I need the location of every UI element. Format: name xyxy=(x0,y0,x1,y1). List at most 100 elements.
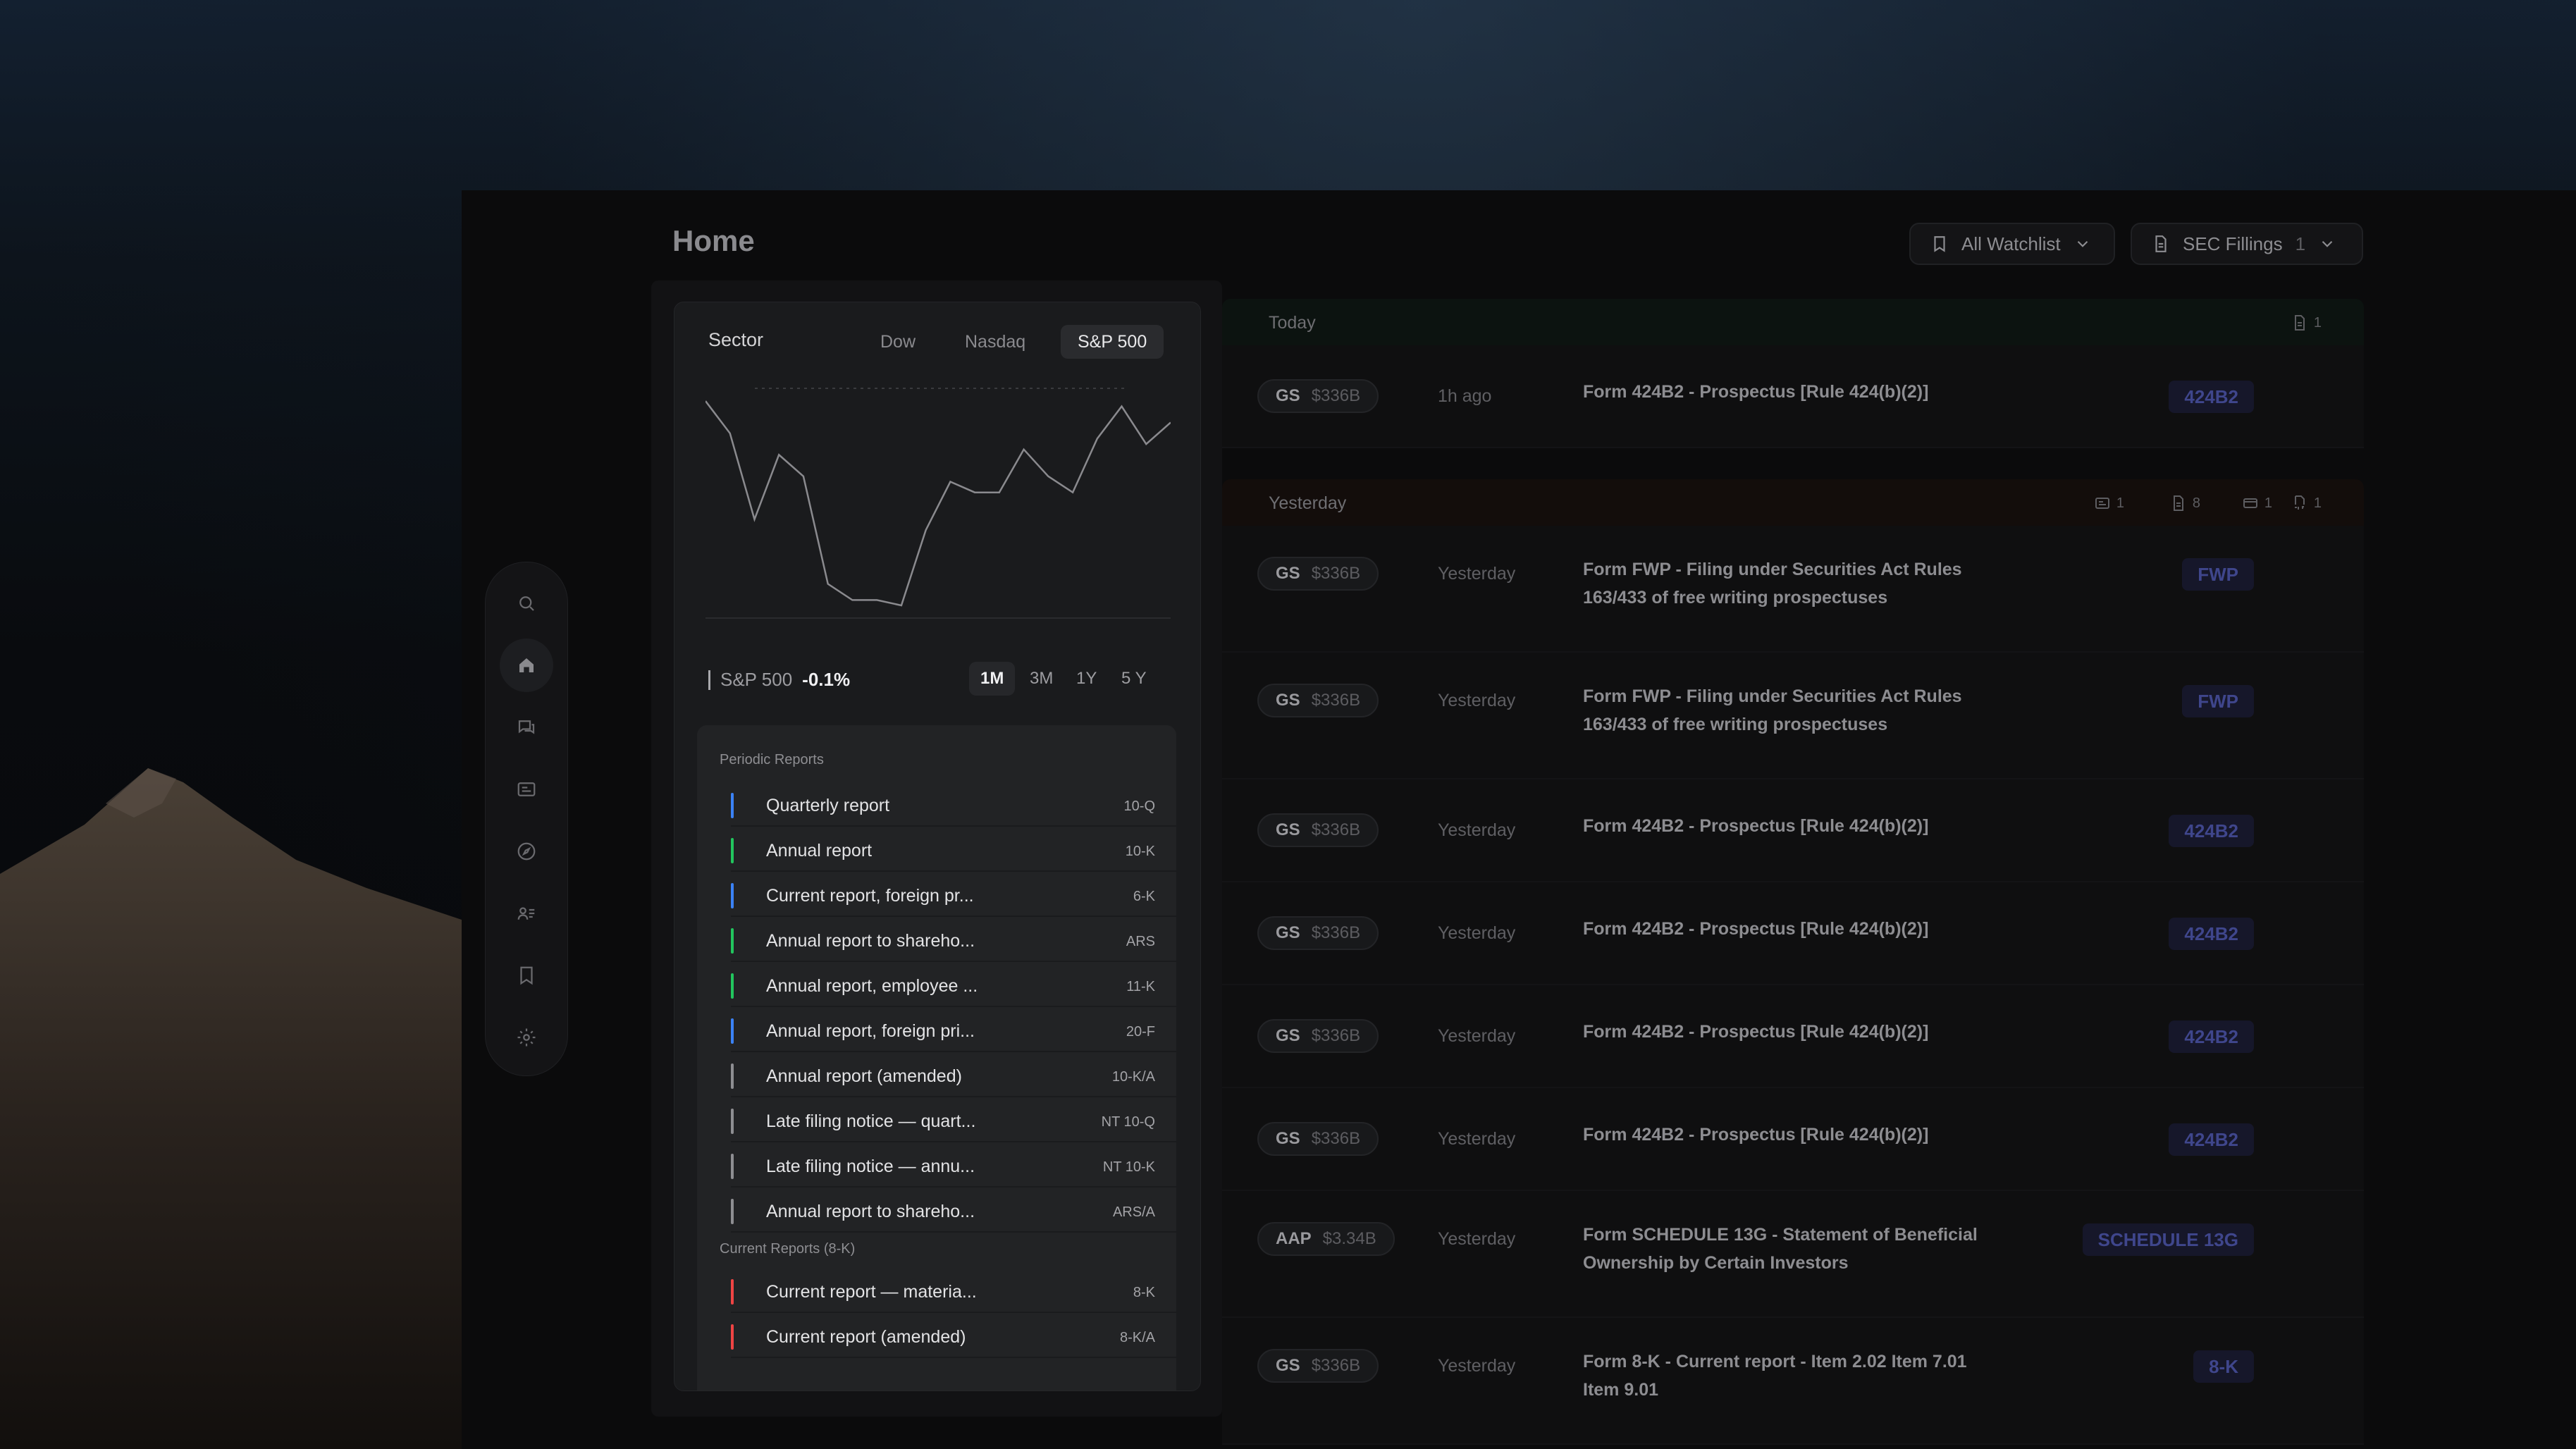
ticker-chip[interactable]: GS $336B xyxy=(1257,813,1379,847)
form-type-badge[interactable]: 424B2 xyxy=(2169,918,2254,950)
market-cap: $336B xyxy=(1311,564,1361,583)
report-type-name: Annual report (amended) xyxy=(766,1066,962,1086)
form-type-badge[interactable]: FWP xyxy=(2182,685,2254,717)
ticker-symbol: GS xyxy=(1276,1026,1300,1045)
tab-dow[interactable]: Dow xyxy=(863,325,932,359)
ticker-chip[interactable]: GS $336B xyxy=(1257,1349,1379,1383)
report-color-marker xyxy=(731,1324,734,1350)
filing-row[interactable]: AAP $3.34B Yesterday Form SCHEDULE 13G - St… xyxy=(1222,1191,2364,1318)
sidebar-button-chat[interactable] xyxy=(500,701,553,754)
form-type-badge[interactable]: 8-K xyxy=(2193,1350,2254,1383)
range-3m[interactable]: 3M xyxy=(1018,662,1064,696)
report-type-name: Current report, foreign pr... xyxy=(766,886,974,906)
sidebar-button-compass[interactable] xyxy=(500,825,553,878)
form-type-badge[interactable]: SCHEDULE 13G xyxy=(2082,1223,2254,1256)
report-type-name: Annual report to shareho... xyxy=(766,1202,975,1221)
report-type-row[interactable]: Late filing notice — annu... NT 10-K xyxy=(731,1144,1176,1188)
tab-sp500[interactable]: S&P 500 xyxy=(1061,325,1164,359)
contacts-icon xyxy=(517,907,535,920)
tab-nasdaq[interactable]: Nasdaq xyxy=(948,325,1042,359)
ticker-chip[interactable]: GS $336B xyxy=(1257,1122,1379,1156)
sidebar-button-home[interactable] xyxy=(500,639,553,692)
filing-time: Yesterday xyxy=(1438,1356,1516,1376)
report-type-row[interactable]: Annual report 10-K xyxy=(731,828,1176,872)
filing-time: 1h ago xyxy=(1438,386,1492,406)
market-cap: $336B xyxy=(1311,1129,1361,1148)
form-type-badge[interactable]: 424B2 xyxy=(2169,815,2254,847)
market-cap: $336B xyxy=(1311,691,1361,710)
report-form-code: NT 10-K xyxy=(1102,1159,1155,1175)
filing-description: Form FWP - Filing under Securities Act R… xyxy=(1583,686,1962,734)
form-type-badge[interactable]: 424B2 xyxy=(2169,381,2254,413)
sidebar-button-settings[interactable] xyxy=(500,1011,553,1064)
ticker-chip[interactable]: GS $336B xyxy=(1257,379,1379,413)
report-type-name: Annual report, employee ... xyxy=(766,976,978,996)
current-reports-heading: Current Reports (8-K) xyxy=(720,1241,856,1257)
report-type-row[interactable]: Current report, foreign pr... 6-K xyxy=(731,873,1176,917)
today-doc-count: 1 xyxy=(2291,314,2322,331)
report-type-row[interactable]: Annual report to shareho... ARS/A xyxy=(731,1189,1176,1233)
watchlist-label: All Watchlist xyxy=(1961,233,2061,254)
report-type-row[interactable]: Current report (amended) 8-K/A xyxy=(731,1314,1176,1358)
market-panel: Sector Dow Nasdaq S&P 500 S&P 500 -0.1% … xyxy=(674,302,1201,1391)
filing-row[interactable]: GS $336B 1h ago Form 424B2 - Prospectus [Ru… xyxy=(1222,345,2364,448)
chevron-down-icon xyxy=(2077,240,2088,247)
range-1y[interactable]: 1Y xyxy=(1065,662,1108,696)
form-type-badge[interactable]: 424B2 xyxy=(2169,1021,2254,1053)
yesterday-news-count: 1 xyxy=(2094,495,2124,512)
search-icon xyxy=(519,596,534,611)
watchlist-dropdown[interactable]: All Watchlist xyxy=(1909,223,2115,265)
ticker-chip[interactable]: AAP $3.34B xyxy=(1257,1222,1395,1256)
sidebar-button-contacts[interactable] xyxy=(500,887,553,940)
range-5y[interactable]: 5 Y xyxy=(1110,662,1158,696)
group-label-yesterday: Yesterday xyxy=(1269,493,1347,513)
report-type-row[interactable]: Quarterly report 10-Q xyxy=(731,783,1176,827)
yesterday-pdf-count-value: 1 xyxy=(2313,495,2322,511)
filings-feed: Today 1 Yesterday 1 8 1 1 GS $336B 1h ago F… xyxy=(1222,299,2364,1449)
report-color-marker xyxy=(731,1109,734,1134)
filing-description: Form 424B2 - Prospectus [Rule 424(b)(2)] xyxy=(1583,919,1929,939)
form-type-badge[interactable]: 424B2 xyxy=(2169,1123,2254,1156)
document-icon xyxy=(2294,315,2305,331)
filing-row[interactable]: GS $336B Yesterday Form 424B2 - Prospectus … xyxy=(1222,779,2364,882)
range-1m[interactable]: 1M xyxy=(969,662,1016,696)
report-type-row[interactable]: Annual report, employee ... 11-K xyxy=(731,963,1176,1007)
ticker-chip[interactable]: GS $336B xyxy=(1257,557,1379,591)
ticker-chip[interactable]: GS $336B xyxy=(1257,1019,1379,1053)
index-line-chart xyxy=(705,388,1171,619)
report-type-row[interactable]: Late filing notice — quart... NT 10-Q xyxy=(731,1099,1176,1142)
report-color-marker xyxy=(731,793,734,818)
filing-row[interactable]: GS $336B Yesterday Form 424B2 - Prospectus … xyxy=(1222,1088,2364,1191)
report-type-row[interactable]: Annual report (amended) 10-K/A xyxy=(731,1054,1176,1097)
filing-row[interactable]: GS $336B Yesterday Form FWP - Filing under … xyxy=(1222,526,2364,653)
form-type-badge[interactable]: FWP xyxy=(2182,558,2254,591)
sidebar-button-news[interactable] xyxy=(500,763,553,816)
page-title: Home xyxy=(672,224,755,257)
ticker-symbol: GS xyxy=(1276,691,1300,710)
report-color-marker xyxy=(731,928,734,954)
report-form-code: ARS/A xyxy=(1112,1204,1155,1220)
filing-row[interactable]: GS $336B Yesterday Form 424B2 - Prospectus … xyxy=(1222,882,2364,985)
ticker-symbol: GS xyxy=(1276,820,1300,839)
document-icon xyxy=(2155,235,2167,252)
report-type-row[interactable]: Annual report, foreign pri... 20-F xyxy=(731,1009,1176,1052)
report-color-marker xyxy=(731,838,734,863)
filing-row[interactable]: GS $336B Yesterday Form FWP - Filing under … xyxy=(1222,653,2364,779)
filing-description: Form 424B2 - Prospectus [Rule 424(b)(2)] xyxy=(1583,382,1929,402)
report-type-row[interactable]: Current report — materia... 8-K xyxy=(731,1269,1176,1313)
filing-row[interactable]: GS $336B Yesterday Form 424B2 - Prospectus … xyxy=(1222,985,2364,1088)
home-icon xyxy=(519,658,534,672)
market-cap: $3.34B xyxy=(1322,1229,1376,1248)
bookmark-icon xyxy=(520,966,533,985)
report-type-row[interactable]: Annual report to shareho... ARS xyxy=(731,918,1176,962)
ticker-chip[interactable]: GS $336B xyxy=(1257,684,1379,717)
sidebar-button-search[interactable] xyxy=(500,576,553,630)
ticker-chip[interactable]: GS $336B xyxy=(1257,916,1379,950)
chart-legend: S&P 500 -0.1% xyxy=(708,669,850,691)
filing-row[interactable]: GS $336B Yesterday Form 8-K - Current repor… xyxy=(1222,1318,2364,1445)
settings-icon xyxy=(517,1028,536,1047)
report-form-code: 10-K/A xyxy=(1111,1069,1155,1085)
report-type-name: Annual report, foreign pri... xyxy=(766,1021,975,1041)
sidebar-button-bookmark[interactable] xyxy=(500,949,553,1002)
sec-filings-dropdown[interactable]: SEC Fillings 1 xyxy=(2131,223,2363,265)
